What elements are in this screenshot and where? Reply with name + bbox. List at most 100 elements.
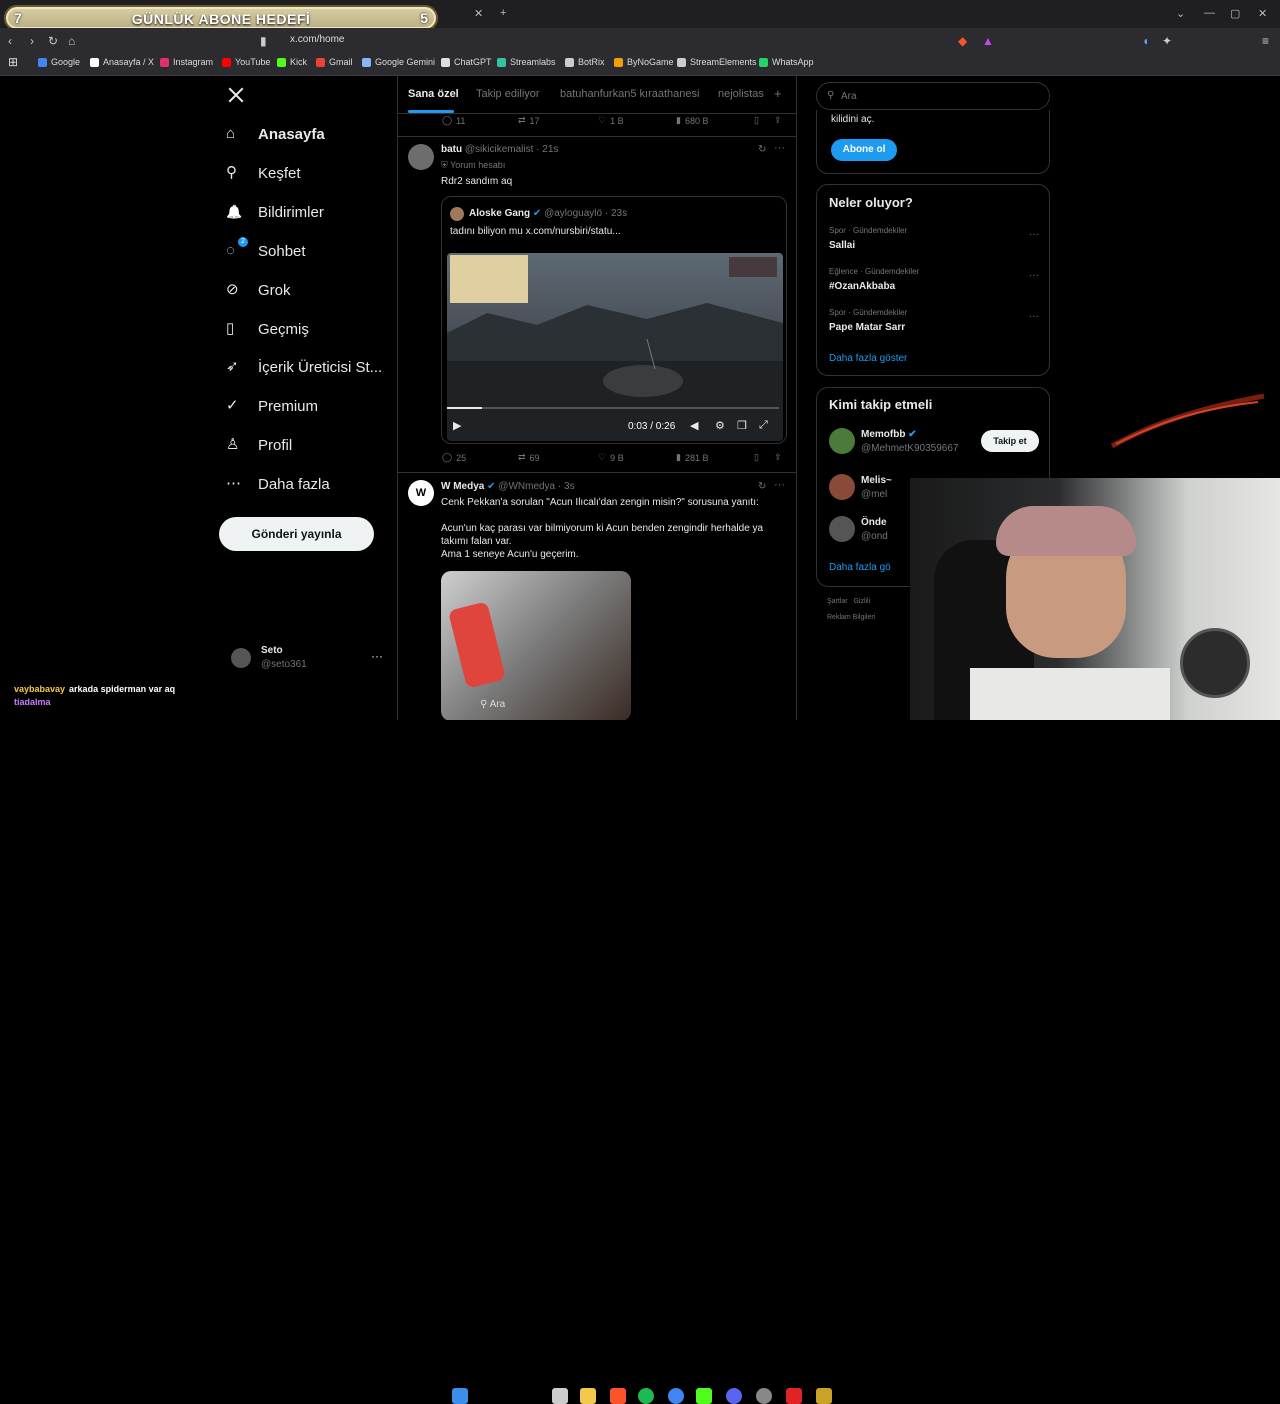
trend-item[interactable]: Eğlence · Gündemdekiler #OzanAkbaba ··· bbox=[817, 264, 1051, 302]
repost-button[interactable]: ⇄ 69 bbox=[518, 452, 540, 463]
quoted-post[interactable]: Aloske Gang ✔ @ayloguaylö · 23s tadını b… bbox=[441, 196, 787, 444]
nav-item-verified[interactable]: ✓ Premium bbox=[226, 397, 318, 415]
reply-button[interactable]: ◯ 11 bbox=[442, 115, 465, 126]
search-input[interactable]: ⚲ Ara bbox=[816, 82, 1050, 110]
post-time[interactable]: · 21s bbox=[536, 144, 558, 155]
bookmark-item[interactable]: Streamlabs bbox=[497, 57, 556, 67]
video-player[interactable]: ▶ 0:03 / 0:26 ◀ ⚙ ❐ ⤢ bbox=[447, 253, 783, 441]
forward-icon[interactable]: › bbox=[30, 34, 34, 48]
bookmark-icon[interactable]: ▯ bbox=[754, 115, 759, 126]
file-explorer-icon[interactable] bbox=[580, 1388, 596, 1404]
post-time[interactable]: · 3s bbox=[558, 481, 575, 492]
tab-list-kiraathane[interactable]: batuhanfurkan5 kıraathanesi bbox=[560, 88, 699, 100]
share-icon[interactable]: ⇪ bbox=[774, 452, 782, 463]
close-tab-icon[interactable]: ✕ bbox=[474, 7, 483, 20]
tab-list-nejolistas[interactable]: nejolistas bbox=[718, 88, 764, 100]
url-field[interactable]: x.com/home bbox=[290, 34, 344, 45]
post-more-icon[interactable]: ··· bbox=[774, 479, 785, 491]
bookmark-item[interactable]: Google Gemini bbox=[362, 57, 435, 67]
bookmark-item[interactable]: Anasayfa / X bbox=[90, 57, 154, 67]
nav-item-search[interactable]: ⚲ Keşfet bbox=[226, 164, 301, 182]
window-close-icon[interactable]: ✕ bbox=[1258, 7, 1267, 20]
author-handle[interactable]: @sikicikemalist bbox=[465, 144, 534, 155]
bookmark-item[interactable]: Kick bbox=[277, 57, 307, 67]
trend-more-icon[interactable]: ··· bbox=[1029, 270, 1039, 281]
account-switcher[interactable]: Seto @seto361 ··· bbox=[227, 645, 397, 675]
bookmark-item[interactable]: StreamElements bbox=[677, 57, 757, 67]
footer-ad-info[interactable]: Reklam Bilgileri bbox=[827, 614, 875, 621]
league-icon[interactable] bbox=[816, 1388, 832, 1404]
fullscreen-icon[interactable]: ⤢ bbox=[759, 419, 768, 432]
bookmark-item[interactable]: YouTube bbox=[222, 57, 270, 67]
like-button[interactable]: ♡ 9 B bbox=[598, 452, 624, 463]
video-progress-track[interactable] bbox=[447, 407, 779, 409]
tab-list-icon[interactable]: ⌄ bbox=[1176, 7, 1185, 20]
bookmark-item[interactable]: ChatGPT bbox=[441, 57, 492, 67]
author-name[interactable]: W Medya bbox=[441, 481, 484, 492]
post-more-icon[interactable]: ··· bbox=[774, 142, 785, 154]
extensions-icon[interactable]: ✦ bbox=[1162, 34, 1172, 48]
minimize-icon[interactable]: — bbox=[1204, 7, 1215, 19]
like-button[interactable]: ♡ 1 B bbox=[598, 115, 624, 126]
task-view-icon[interactable] bbox=[552, 1388, 568, 1404]
bookmark-item[interactable]: Instagram bbox=[160, 57, 213, 67]
bookmark-page-icon[interactable]: ▮ bbox=[260, 34, 267, 48]
back-icon[interactable]: ‹ bbox=[8, 34, 12, 48]
follow-button[interactable]: Takip et bbox=[981, 430, 1039, 452]
app-icon[interactable] bbox=[786, 1388, 802, 1404]
nav-item-rocket[interactable]: ➶ İçerik Üreticisi St... bbox=[226, 358, 382, 376]
nav-item-chat[interactable]: ◌ 2 Sohbet bbox=[226, 237, 306, 260]
windows-start-icon[interactable] bbox=[452, 1388, 468, 1404]
nav-item-more[interactable]: ⋯ Daha fazla bbox=[226, 475, 330, 493]
nav-item-home[interactable]: ⌂ Anasayfa bbox=[226, 125, 325, 143]
bookmark-item[interactable]: BotRix bbox=[565, 57, 605, 67]
bookmark-icon[interactable]: ▯ bbox=[754, 452, 759, 463]
steam-icon[interactable] bbox=[756, 1388, 772, 1404]
follow-suggestion[interactable]: Memofbb ✔ @MehmetK90359667 Takip et bbox=[817, 426, 1051, 462]
tab-following[interactable]: Takip ediliyor bbox=[476, 88, 540, 100]
settings-icon[interactable]: ⚙ bbox=[715, 419, 725, 432]
volume-icon[interactable]: ◀ bbox=[690, 419, 698, 432]
bookmark-item[interactable]: WhatsApp bbox=[759, 57, 814, 67]
grok-explain-icon[interactable]: ↻ bbox=[758, 481, 766, 492]
chrome-icon[interactable] bbox=[668, 1388, 684, 1404]
home-page-icon[interactable]: ⌂ bbox=[68, 34, 75, 48]
footer-links[interactable]: Şartlar Gizlili bbox=[827, 598, 870, 605]
author-handle[interactable]: @WNmedya bbox=[498, 481, 555, 492]
repost-button[interactable]: ⇄ 17 bbox=[518, 115, 540, 126]
quoted-author-name[interactable]: Aloske Gang bbox=[469, 208, 530, 219]
nav-item-person[interactable]: ♙ Profil bbox=[226, 436, 292, 454]
taskbar-search[interactable]: ⚲ Ara bbox=[480, 699, 505, 710]
new-tab-icon[interactable]: + bbox=[500, 7, 506, 19]
trend-more-icon[interactable]: ··· bbox=[1029, 311, 1039, 322]
quoted-author-handle[interactable]: @ayloguaylö bbox=[544, 208, 602, 219]
trend-item[interactable]: Spor · Gündemdekiler Pape Matar Sarr ··· bbox=[817, 305, 1051, 343]
views-button[interactable]: ▮ 680 B bbox=[676, 115, 708, 126]
bookmark-item[interactable]: ByNoGame bbox=[614, 57, 674, 67]
brave-shield-icon[interactable]: ◆ bbox=[958, 34, 967, 48]
rewards-icon[interactable]: ▲ bbox=[982, 34, 994, 48]
reload-icon[interactable]: ↻ bbox=[48, 34, 58, 48]
tab-for-you[interactable]: Sana özel bbox=[408, 88, 459, 100]
kick-icon[interactable] bbox=[696, 1388, 712, 1404]
play-icon[interactable]: ▶ bbox=[453, 419, 461, 432]
spotify-icon[interactable] bbox=[638, 1388, 654, 1404]
show-more-link[interactable]: Daha fazla gö bbox=[829, 562, 891, 573]
bookmark-item[interactable]: Gmail bbox=[316, 57, 353, 67]
show-more-link[interactable]: Daha fazla göster bbox=[829, 353, 907, 364]
pip-icon[interactable]: ❐ bbox=[737, 419, 747, 432]
bookmark-item[interactable]: Google bbox=[38, 57, 80, 67]
add-tab-icon[interactable]: + bbox=[774, 86, 782, 101]
trend-more-icon[interactable]: ··· bbox=[1029, 229, 1039, 240]
nav-item-bell[interactable]: 🔔 Bildirimler bbox=[226, 203, 324, 221]
reply-button[interactable]: ◯ 25 bbox=[442, 452, 466, 463]
nav-item-grok[interactable]: ⊘ Grok bbox=[226, 281, 291, 299]
views-button[interactable]: ▮ 281 B bbox=[676, 452, 708, 463]
author-name[interactable]: batu bbox=[441, 144, 462, 155]
menu-icon[interactable]: ≡ bbox=[1262, 34, 1269, 48]
brave-icon[interactable] bbox=[610, 1388, 626, 1404]
nav-item-bookmark[interactable]: ▯ Geçmiş bbox=[226, 320, 309, 338]
subscribe-button[interactable]: Abone ol bbox=[831, 139, 897, 161]
maximize-icon[interactable]: ▢ bbox=[1230, 7, 1240, 20]
trend-item[interactable]: Spor · Gündemdekiler Sallai ··· bbox=[817, 223, 1051, 261]
